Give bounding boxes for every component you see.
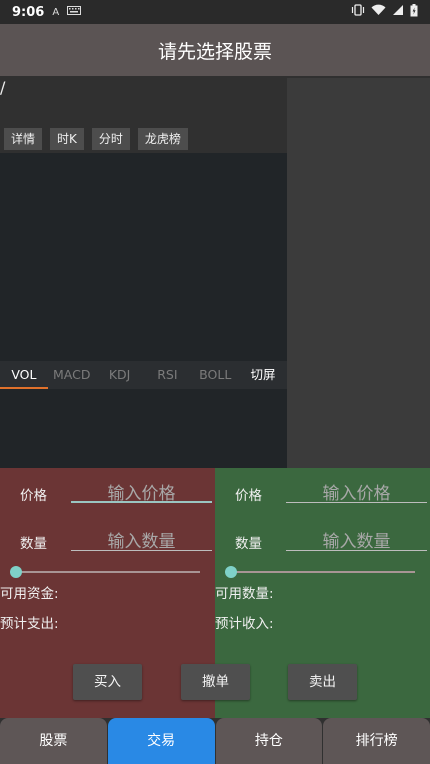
wifi-icon [371,4,386,20]
stock-name-code: / [0,78,6,97]
tab-kdj[interactable]: KDJ [96,361,144,389]
expected-income-label: 预计收入: [215,616,274,632]
vibrate-icon [351,4,365,20]
tab-macd[interactable]: MACD [48,361,96,389]
app-bar: 请先选择股票 [0,24,430,76]
slider-thumb[interactable] [10,566,22,578]
cancel-order-button[interactable]: 撤单 [181,664,250,700]
sell-price-input[interactable]: 输入价格 [286,479,427,504]
tab-rsi[interactable]: RSI [143,361,191,389]
tab-vol[interactable]: VOL [0,361,48,389]
switch-screen-button[interactable]: 切屏 [239,361,287,389]
available-qty-label: 可用数量: [215,586,274,602]
sell-qty-label: 数量 [235,536,262,552]
tab-dragon-tiger[interactable]: 龙虎榜 [137,128,188,150]
indicator-chart[interactable] [0,389,287,468]
bottom-nav: 股票 交易 持仓 排行榜 [0,718,430,764]
status-bar: 9:06 A [0,0,430,24]
tab-detail[interactable]: 详情 [4,128,43,150]
nav-stocks[interactable]: 股票 [0,718,107,764]
available-funds-label: 可用资金: [0,586,59,602]
sell-button[interactable]: 卖出 [288,664,357,700]
nav-rankings[interactable]: 排行榜 [323,718,430,764]
tab-intraday[interactable]: 分时 [91,128,130,150]
chart-tab-bar: 详情 时K 分时 龙虎榜 [4,128,188,150]
sell-price-label: 价格 [235,488,262,504]
nav-trade[interactable]: 交易 [107,718,215,764]
page-title: 请先选择股票 [157,40,272,63]
expected-expense-label: 预计支出: [0,616,59,632]
keyboard-icon [67,6,82,18]
tab-boll[interactable]: BOLL [191,361,239,389]
sell-qty-input[interactable]: 输入数量 [286,527,427,552]
status-time: 9:06 [12,4,45,20]
buy-qty-label: 数量 [20,536,47,552]
buy-price-input[interactable]: 输入价格 [71,479,212,504]
buy-button[interactable]: 买入 [73,664,142,700]
signal-icon [392,4,404,20]
buy-qty-slider[interactable] [10,566,200,578]
main-chart[interactable] [0,153,287,361]
buy-price-label: 价格 [20,488,47,504]
indicator-tab-bar: VOL MACD KDJ RSI BOLL 切屏 [0,361,287,389]
quote-side-panel [287,78,430,468]
buy-qty-input[interactable]: 输入数量 [71,527,212,552]
nav-positions[interactable]: 持仓 [215,718,323,764]
notification-a-icon: A [52,6,60,18]
battery-icon [410,3,418,21]
slider-thumb[interactable] [225,566,237,578]
tab-hour-k[interactable]: 时K [50,128,84,150]
sell-qty-slider[interactable] [225,566,415,578]
